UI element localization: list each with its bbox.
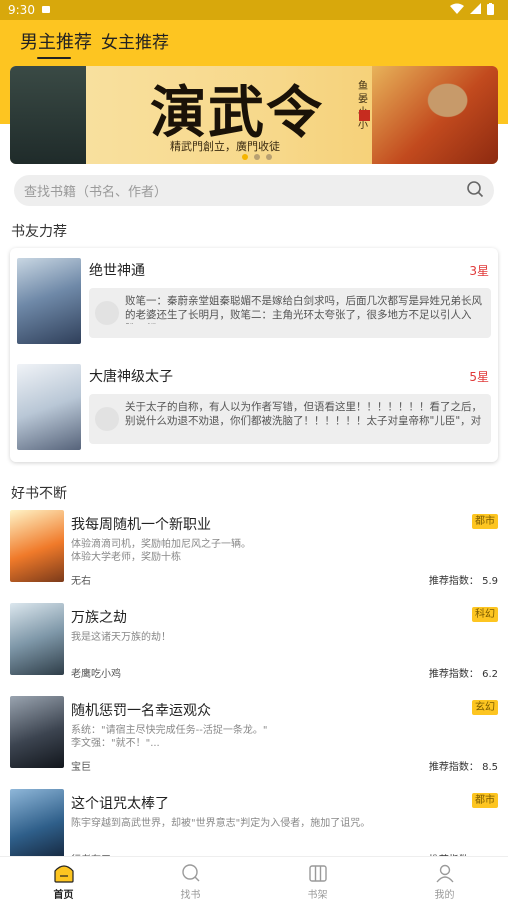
nav-bookshelf[interactable]: 书架 [278,857,358,903]
status-left: 9:30 [8,3,51,17]
tab-male-recommend[interactable]: 男主推荐 [20,28,92,54]
book-intro: 我是这诸天万族的劫！ [71,632,171,643]
book-cover[interactable] [10,603,64,675]
recommend-stars: 5星 [469,370,489,384]
recommend-section-title: 书友力荐 [11,224,67,240]
bottom-nav: 首页 找书 书架 我的 [0,856,508,903]
recommend-item[interactable]: 绝世神通 3星 败笔一：秦蔚亲堂姐秦聪媚不是嫁给白剑求吗，后面几次都写是异姓兄弟… [17,258,491,348]
search-bar[interactable]: 查找书籍（书名、作者） [14,175,494,206]
recommend-comment[interactable]: 败笔一：秦蔚亲堂姐秦聪媚不是嫁给白剑求吗，后面几次都写是异姓兄弟长风的老婆还生了… [89,288,491,338]
recommend-stars: 3星 [469,264,489,278]
book-intro: 系统："请宿主尽快完成任务--活捉一条龙。" 李文强："就不！"... [71,725,268,749]
book-cover[interactable] [10,696,64,768]
book-list-item[interactable]: 随机惩罚一名幸运观众 玄幻 系统："请宿主尽快完成任务--活捉一条龙。" 李文强… [10,696,498,773]
book-intro: 陈宇穿越到高武世界，却被"世界意志"判定为入侵者，施加了诅咒。 [71,818,371,829]
status-bar: 9:30 [0,0,508,20]
home-icon[interactable] [53,862,75,884]
genre-badge: 科幻 [472,607,498,622]
quote-icon [95,301,119,325]
nav-home[interactable]: 首页 [24,857,104,903]
notification-icon [41,3,51,17]
book-title[interactable]: 这个诅咒太棒了 [71,793,169,813]
user-icon[interactable] [434,862,456,884]
recommend-comment-text: 败笔一：秦蔚亲堂姐秦聪媚不是嫁给白剑求吗，后面几次都写是异姓兄弟长风的老婆还生了… [125,295,482,324]
banner-dot[interactable] [254,154,260,160]
status-time: 9:30 [8,3,35,17]
banner-dot[interactable] [266,154,272,160]
status-right [450,2,494,18]
banner-subtitle: 精武門創立，廣門收徒 [170,140,280,153]
banner-figure-art [372,66,498,164]
signal-icon [470,3,481,17]
book-title[interactable]: 万族之劫 [71,607,127,627]
recommend-score: 推荐指数： 5.9 [428,576,498,587]
recommend-card: 绝世神通 3星 败笔一：秦蔚亲堂姐秦聪媚不是嫁给白剑求吗，后面几次都写是异姓兄弟… [10,248,498,462]
book-cover[interactable] [17,258,81,344]
nav-label: 首页 [53,890,74,901]
book-list-item[interactable]: 我每周随机一个新职业 都市 体验滴滴司机，奖励帕加尼风之子一辆。 体验大学老师，… [10,510,498,587]
genre-badge: 都市 [472,514,498,529]
book-title[interactable]: 随机惩罚一名幸运观众 [71,700,211,720]
good-books-section-title: 好书不断 [11,486,67,502]
book-title[interactable]: 我每周随机一个新职业 [71,514,211,534]
nav-find-book[interactable]: 找书 [151,857,231,903]
book-author: 无右 [71,576,91,587]
tab-female-recommend[interactable]: 女主推荐 [101,28,169,53]
recommend-book-name[interactable]: 大唐神级太子 [89,366,173,386]
recommend-comment[interactable]: 关于太子的自称，有人以为作者写错，但语看这里！！！！！！！看了之后，别说什么劝退… [89,394,491,444]
tab-indicator [37,57,71,59]
recommend-item[interactable]: 大唐神级太子 5星 关于太子的自称，有人以为作者写错，但语看这里！！！！！！！看… [17,364,491,454]
search-icon[interactable] [466,180,484,202]
nav-mine[interactable]: 我的 [405,857,485,903]
banner-author: 鱼晏小小 [358,81,368,131]
book-cover[interactable] [17,364,81,450]
bookshelf-icon[interactable] [307,862,329,884]
recommend-score: 推荐指数： 6.2 [428,669,498,680]
battery-icon [487,2,494,18]
promo-banner[interactable]: 演武令 精武門創立，廣門收徒 鱼晏小小 [10,66,498,164]
book-cover[interactable] [10,510,64,582]
nav-label: 找书 [180,890,201,901]
search-input[interactable]: 查找书籍（书名、作者） [24,181,167,200]
nav-label: 书架 [307,890,328,901]
book-list-item[interactable]: 万族之劫 科幻 我是这诸天万族的劫！ 老鹰吃小鸡 推荐指数： 6.2 [10,603,498,680]
book-cover[interactable] [10,789,64,861]
banner-dot[interactable] [242,154,248,160]
banner-left-art [10,66,86,164]
banner-title: 演武令 [150,80,324,146]
quote-icon [95,407,119,431]
genre-badge: 玄幻 [472,700,498,715]
book-intro: 体验滴滴司机，奖励帕加尼风之子一辆。 体验大学老师，奖励十栋 [71,539,251,563]
search-icon[interactable] [180,862,202,884]
banner-pagination [242,154,272,160]
header: 男主推荐 女主推荐 [0,20,508,64]
book-list-item[interactable]: 这个诅咒太棒了 都市 陈宇穿越到高武世界，却被"世界意志"判定为入侵者，施加了诅… [10,789,498,866]
nav-label: 我的 [434,890,455,901]
recommend-score: 推荐指数： 8.5 [428,762,498,773]
book-author: 宝巨 [71,762,91,773]
recommend-book-name[interactable]: 绝世神通 [89,260,145,280]
banner-seal [359,110,370,121]
genre-badge: 都市 [472,793,498,808]
recommend-comment-text: 关于太子的自称，有人以为作者写错，但语看这里！！！！！！！看了之后，别说什么劝退… [125,401,482,430]
wifi-icon [450,3,464,17]
book-author: 老鹰吃小鸡 [71,669,121,680]
